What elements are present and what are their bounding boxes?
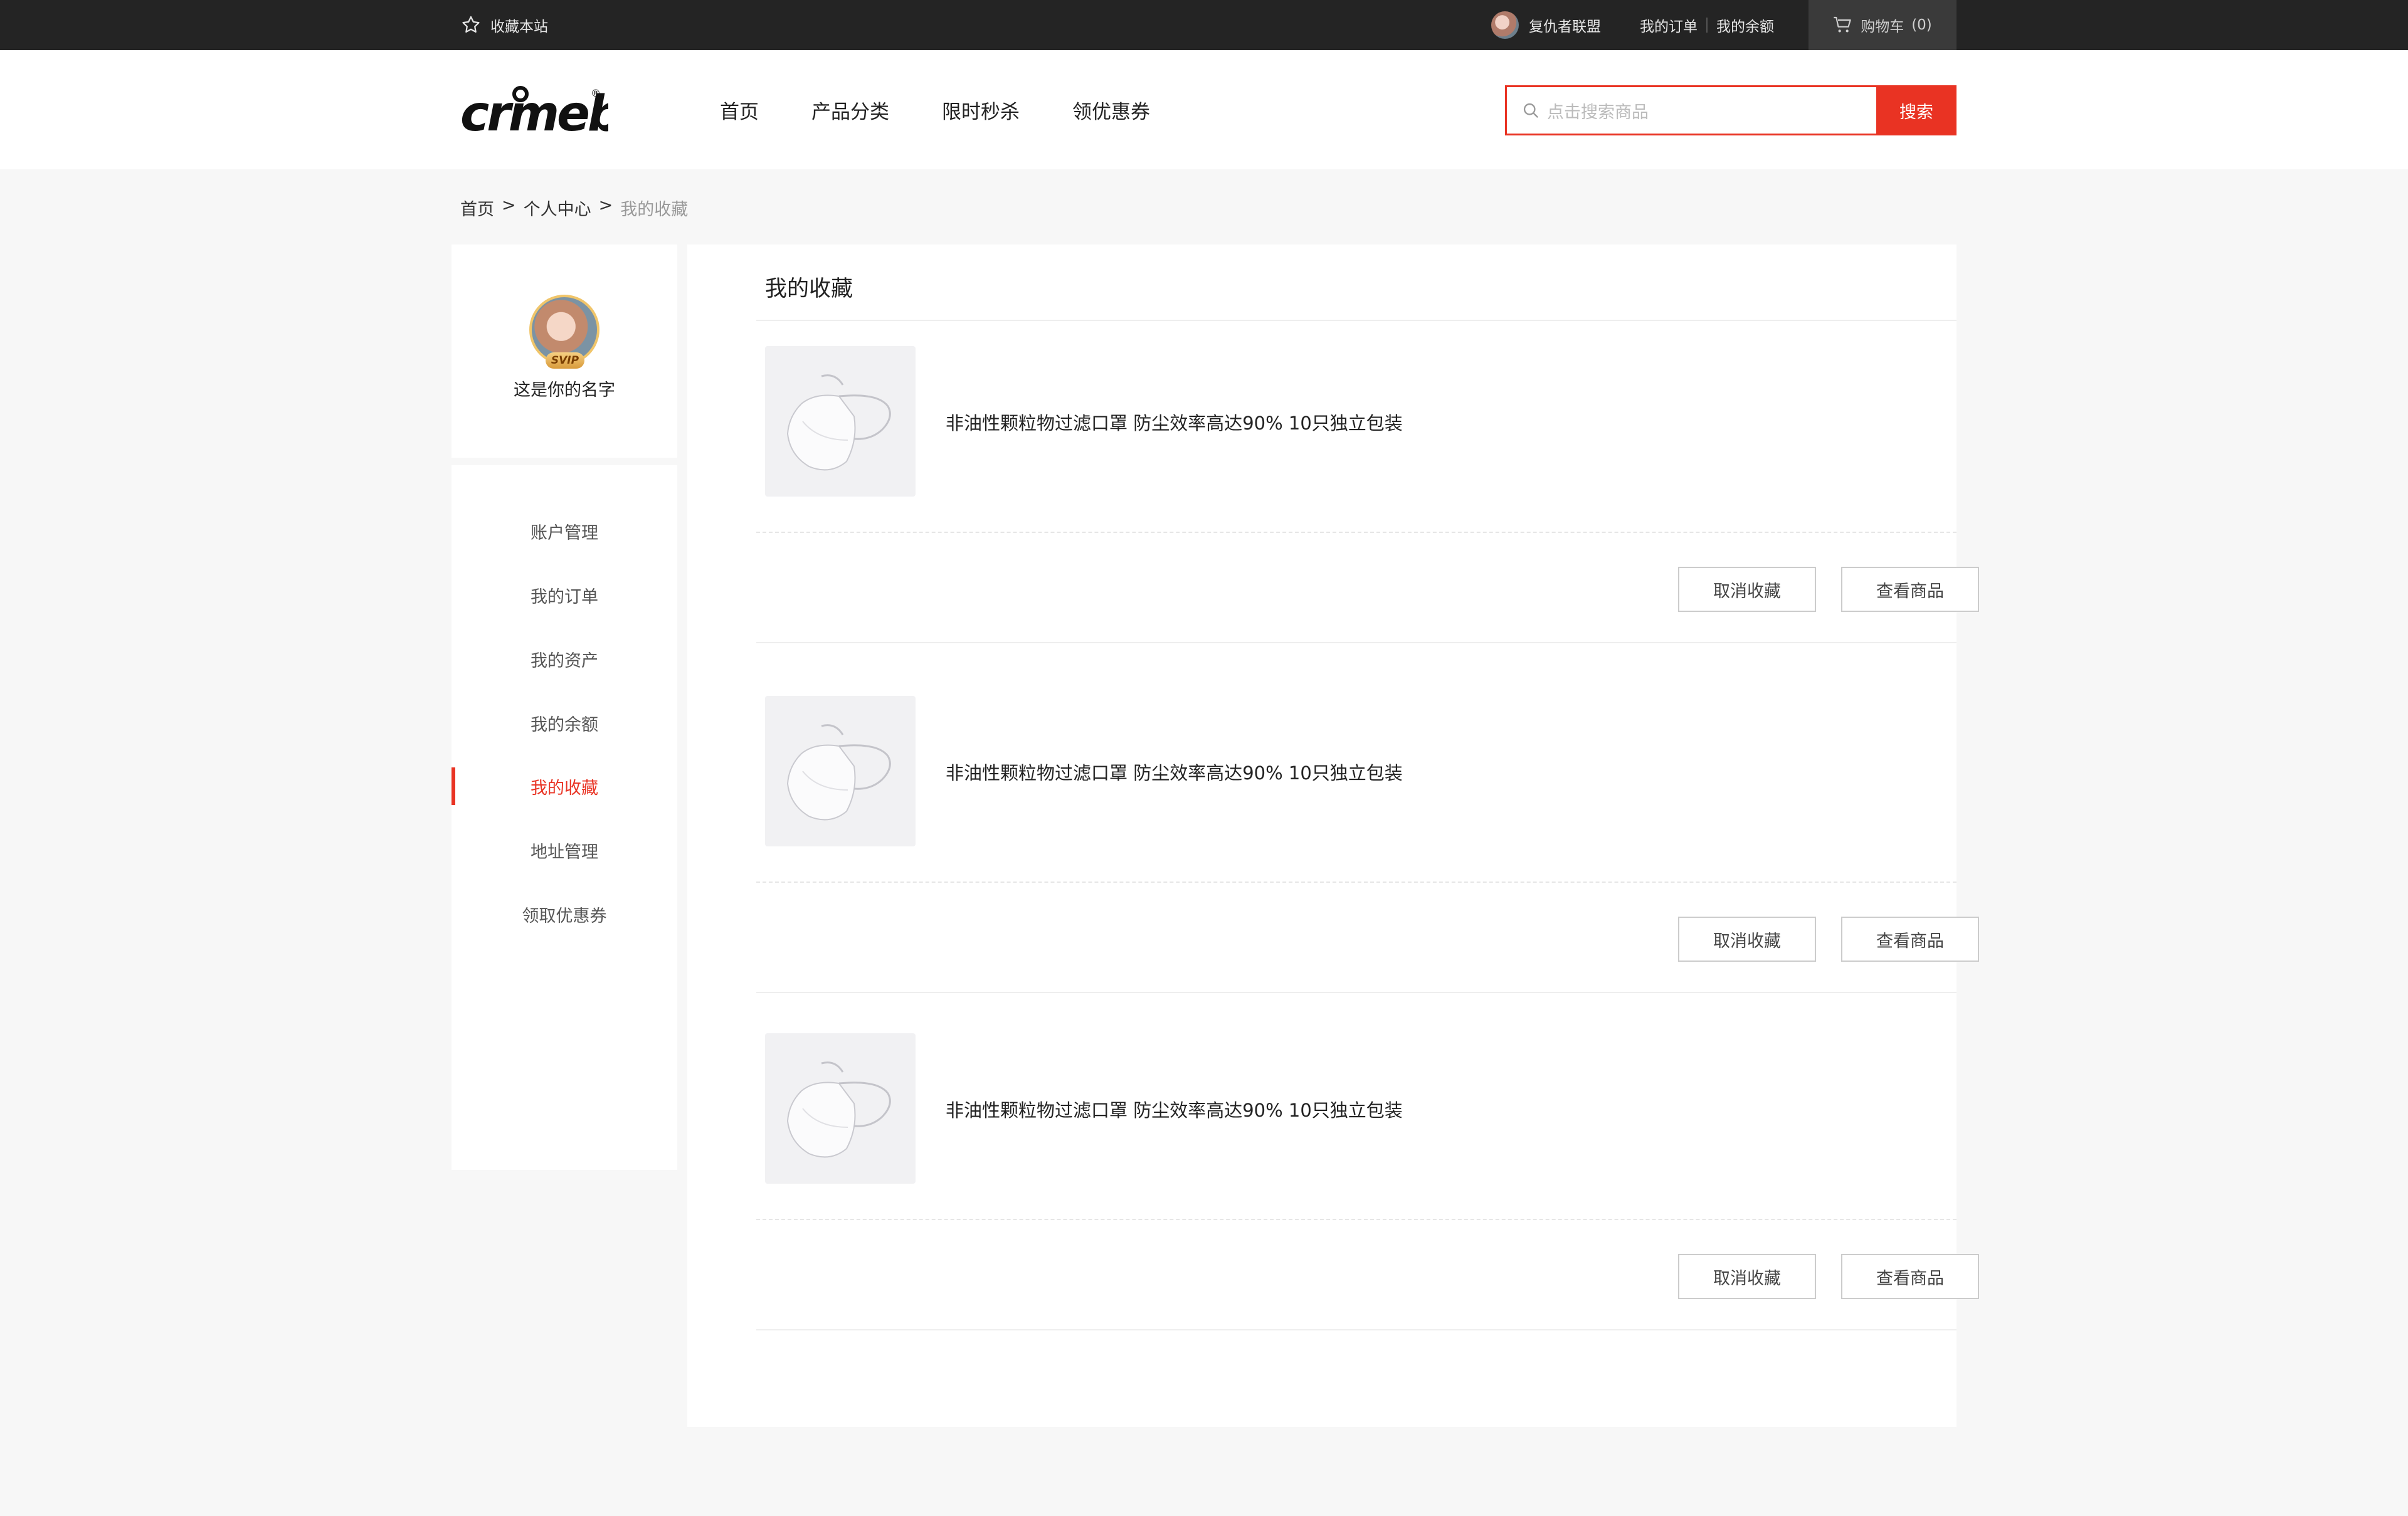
cancel-favorite-button[interactable]: 取消收藏 [1678,1254,1816,1299]
sidebar-item-label: 领取优惠券 [522,906,607,926]
breadcrumb-separator: > [598,196,613,215]
product-name[interactable]: 非油性颗粒物过滤口罩 防尘效率高达90% 10只独立包装 [946,759,1403,785]
sidebar-item-label: 我的余额 [531,715,598,735]
sidebar-item-address[interactable]: 地址管理 [452,831,677,869]
breadcrumb-home[interactable]: 首页 [460,196,494,220]
svg-text:crmeb: crmeb [460,86,608,138]
nav-flash-sale[interactable]: 限时秒杀 [942,96,1020,124]
product-image[interactable] [765,346,916,497]
mask-image [786,1061,891,1158]
sidebar-item-coupons[interactable]: 领取优惠券 [452,895,677,933]
top-bar: 收藏本站 复仇者联盟 我的订单 我的余额 购物车 (0) [0,0,2408,50]
active-indicator [452,767,455,805]
main-nav: 首页 产品分类 限时秒杀 领优惠券 [720,50,1150,169]
favorite-site-label: 收藏本站 [490,19,548,35]
search-input[interactable]: 点击搜索商品 [1505,85,1876,135]
search-icon [1523,103,1538,118]
sidebar-item-balance[interactable]: 我的余额 [452,704,677,742]
nav-home[interactable]: 首页 [720,96,759,124]
item-divider [756,992,1956,993]
sidebar-item-label: 账户管理 [531,523,598,543]
favorite-site-link[interactable]: 收藏本站 [460,0,548,50]
my-orders-link[interactable]: 我的订单 [1640,14,1698,36]
profile-name: 这是你的名字 [514,381,615,400]
sidebar-item-label: 我的收藏 [531,778,598,798]
dashed-divider [756,1219,1956,1220]
svip-badge: SVIP [546,352,584,369]
item-divider [756,1329,1956,1330]
sidebar-item-orders[interactable]: 我的订单 [452,576,677,614]
cart-count: (0) [1911,17,1932,33]
cart-label: 购物车 [1861,19,1904,35]
view-product-button[interactable]: 查看商品 [1841,567,1979,612]
mask-image [786,374,891,471]
mask-image [786,724,891,821]
product-image[interactable] [765,696,916,846]
sidebar-menu: 账户管理 我的订单 我的资产 我的余额 我的收藏 地址管理 领取优惠券 [452,465,677,1170]
cancel-favorite-button[interactable]: 取消收藏 [1678,567,1816,612]
user-link[interactable]: 复仇者联盟 [1491,11,1601,39]
search-button[interactable]: 搜索 [1876,85,1956,135]
user-name: 复仇者联盟 [1529,19,1601,35]
page-title: 我的收藏 [765,276,853,302]
product-name[interactable]: 非油性颗粒物过滤口罩 防尘效率高达90% 10只独立包装 [946,1096,1403,1122]
profile-card: SVIP 这是你的名字 [452,245,677,458]
search-bar: 点击搜索商品 搜索 [1505,85,1956,135]
my-balance-link[interactable]: 我的余额 [1716,14,1774,36]
mini-avatar [1491,11,1519,39]
topbar-divider [1706,18,1708,33]
breadcrumb: 首页 > 个人中心 > 我的收藏 [460,196,688,220]
breadcrumb-current: 我的收藏 [620,200,689,219]
sidebar-item-label: 地址管理 [531,842,598,862]
sidebar-item-label: 我的订单 [531,587,598,607]
search-placeholder: 点击搜索商品 [1547,102,1649,122]
sidebar-item-favorites[interactable]: 我的收藏 [452,767,677,805]
crmeb-logo[interactable]: crmeb ® [460,85,608,138]
nav-categories[interactable]: 产品分类 [811,96,889,124]
nav-coupons[interactable]: 领优惠券 [1072,96,1150,124]
sidebar-item-account[interactable]: 账户管理 [452,512,677,550]
header: crmeb ® 首页 产品分类 限时秒杀 领优惠券 点击搜索商品 搜索 [0,50,2408,169]
sidebar-item-assets[interactable]: 我的资产 [452,640,677,678]
svg-text:®: ® [591,87,601,99]
favorites-panel: 我的收藏 非油性颗粒物过滤口罩 防尘效率高达90% 10只独立包装 取消收藏 查… [687,245,1979,1427]
dashed-divider [756,532,1956,533]
favorite-item: 非油性颗粒物过滤口罩 防尘效率高达90% 10只独立包装 取消收藏 查看商品 [756,1008,1979,1347]
breadcrumb-separator: > [502,196,516,215]
sidebar-item-label: 我的资产 [531,651,598,671]
breadcrumb-user-center[interactable]: 个人中心 [524,196,591,220]
cart-icon [1834,16,1852,33]
star-icon [462,16,480,33]
topbar-right: 复仇者联盟 我的订单 我的余额 [1491,0,1774,50]
product-name[interactable]: 非油性颗粒物过滤口罩 防尘效率高达90% 10只独立包装 [946,409,1403,435]
cancel-favorite-button[interactable]: 取消收藏 [1678,917,1816,962]
view-product-button[interactable]: 查看商品 [1841,1254,1979,1299]
view-product-button[interactable]: 查看商品 [1841,917,1979,962]
product-image[interactable] [765,1033,916,1184]
dashed-divider [756,882,1956,883]
item-divider [756,642,1956,643]
favorite-item: 非油性颗粒物过滤口罩 防尘效率高达90% 10只独立包装 取消收藏 查看商品 [756,671,1979,1009]
favorite-item: 非油性颗粒物过滤口罩 防尘效率高达90% 10只独立包装 取消收藏 查看商品 [756,321,1979,660]
cart-button[interactable]: 购物车 (0) [1809,0,1956,50]
